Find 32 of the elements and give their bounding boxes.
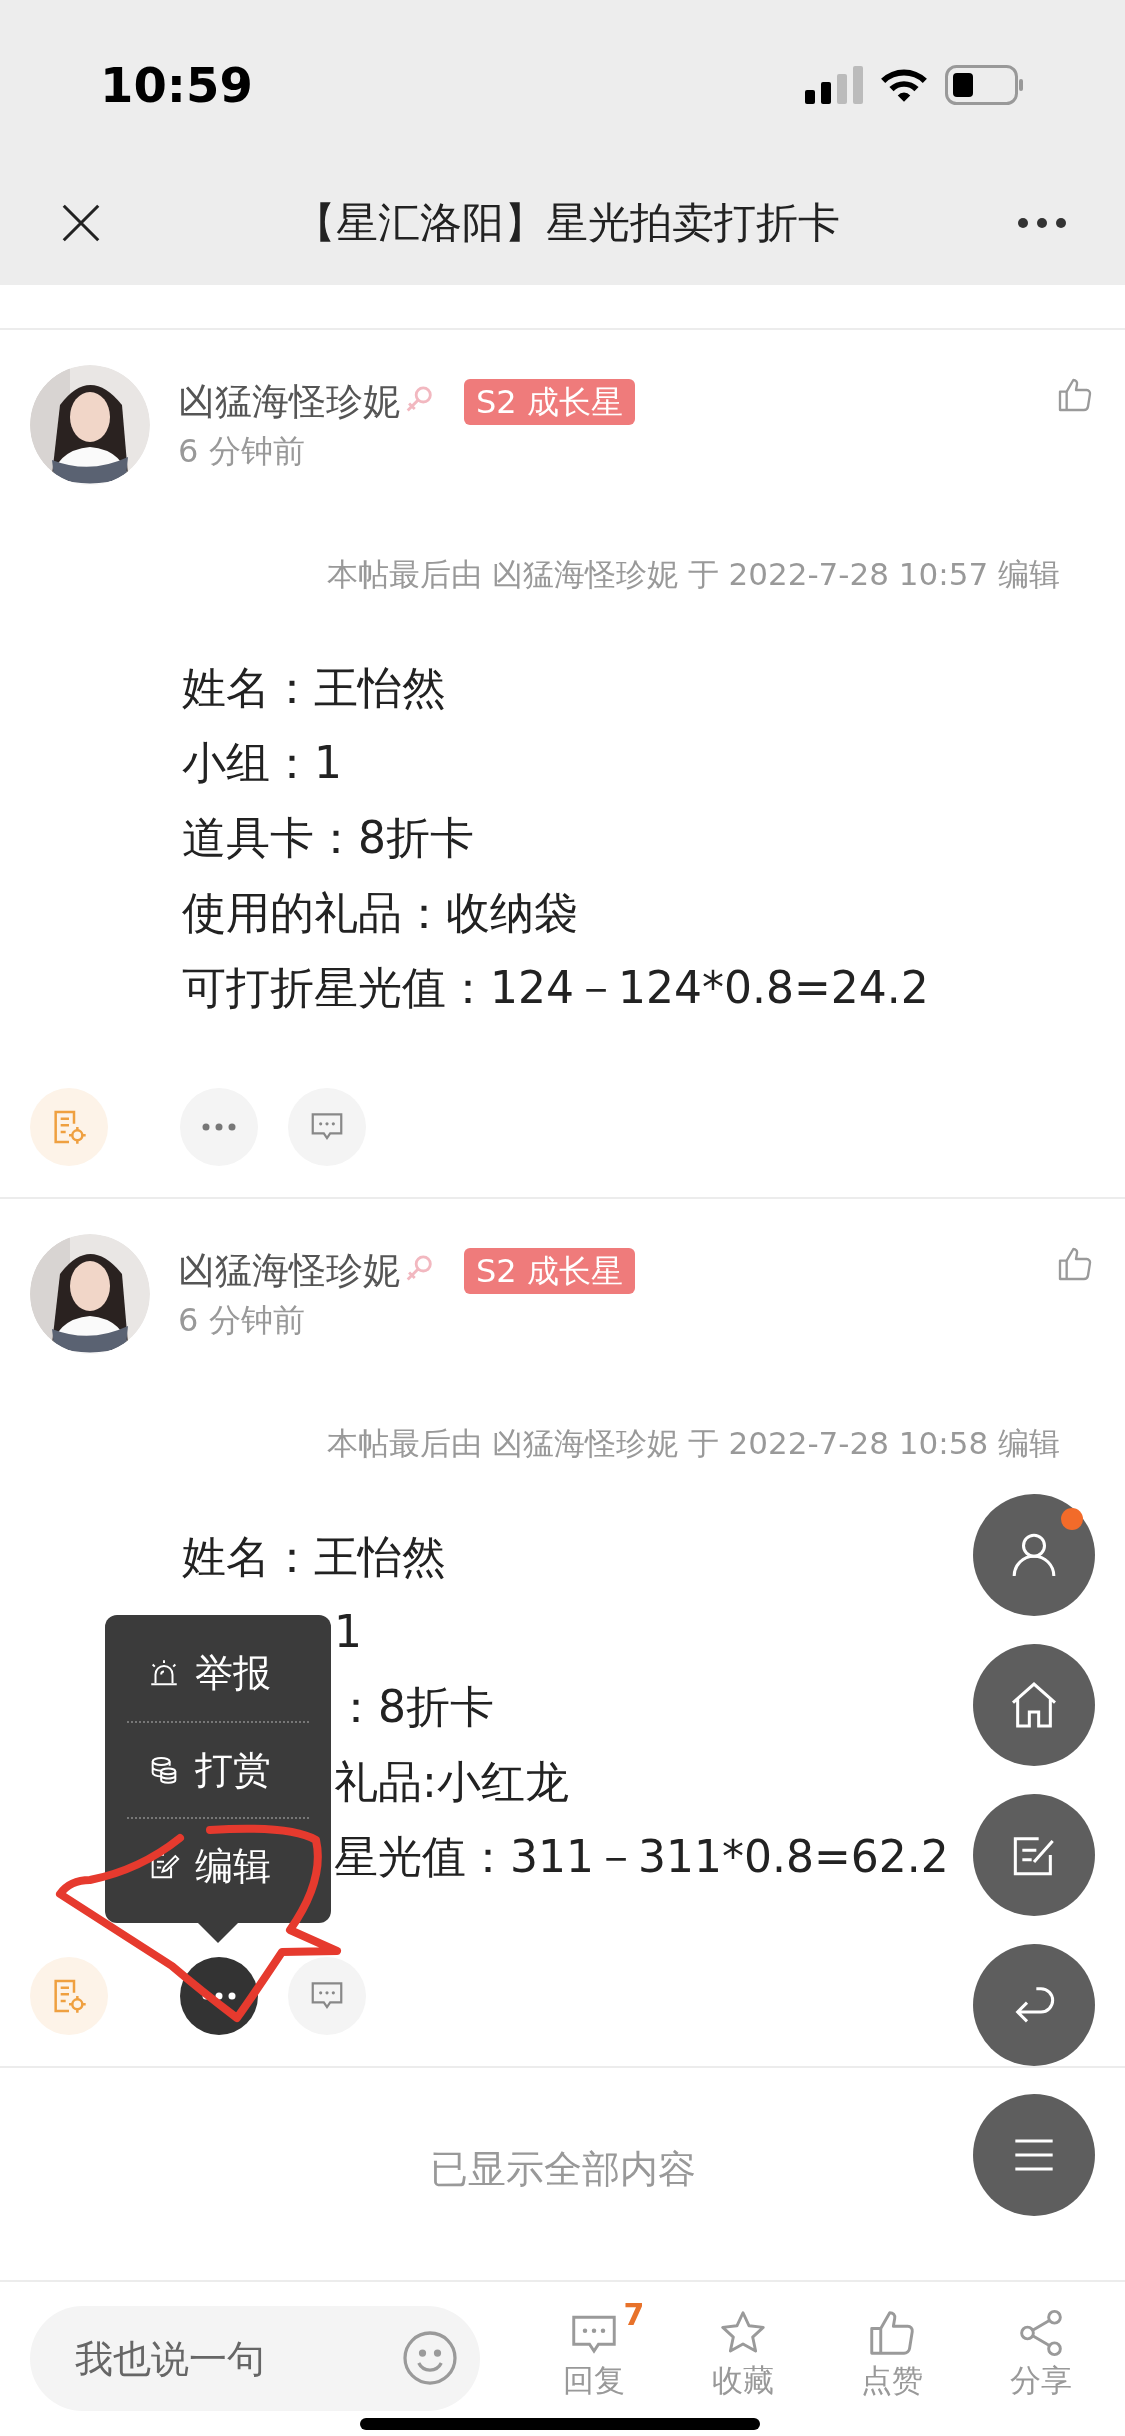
end-of-content-note: 已显示全部内容 (429, 2145, 696, 2193)
comment-field[interactable]: 我也说一句 (30, 2306, 480, 2411)
edit-note: 本帖最后由 凶猛海怪珍妮 于 2022-7-28 10:57 编辑 (326, 555, 1060, 594)
post-text-line: 姓名：王怡然 (182, 661, 446, 715)
level-badge: S2 成长星 (464, 379, 635, 425)
menu-item[interactable]: 打赏 (127, 1721, 309, 1817)
signal-icon (805, 66, 863, 104)
menu-item[interactable]: 举报 (127, 1625, 309, 1721)
post-text-line: 1 (334, 1605, 362, 1659)
edit-note: 本帖最后由 凶猛海怪珍妮 于 2022-7-28 10:58 编辑 (326, 1424, 1060, 1463)
page-title: 【星汇洛阳】星光拍卖打折卡 (294, 197, 840, 249)
more-icon[interactable] (1017, 216, 1067, 229)
battery-icon (945, 65, 1025, 105)
post-text-line: 礼品:小红龙 (334, 1755, 569, 1809)
author-name[interactable]: 凶猛海怪珍妮 (178, 1249, 400, 1293)
level-badge: S2 成长星 (464, 1248, 635, 1294)
status-time: 10:59 (100, 56, 253, 115)
more-dots-icon (202, 1123, 236, 1131)
post-time: 6 分钟前 (178, 431, 306, 471)
reply-count: 7 (623, 2296, 645, 2334)
author-name[interactable]: 凶猛海怪珍妮 (178, 380, 400, 424)
post-time: 6 分钟前 (178, 1300, 306, 1340)
post-text-line: 姓名：王怡然 (182, 1530, 446, 1584)
post-text-line: 小组：1 (182, 736, 342, 790)
post-text-line: 使用的礼品：收纳袋 (182, 886, 578, 940)
more-dots-icon (202, 1992, 236, 2000)
post-text-line: 可打折星光值：124－124*0.8=24.2 (182, 961, 929, 1015)
post-text-line: 道具卡：8折卡 (182, 811, 474, 865)
smiley-icon[interactable] (400, 2328, 460, 2388)
post-text-line: 星光值：311－311*0.8=62.2 (334, 1830, 949, 1884)
menu-item[interactable]: 编辑 (127, 1817, 309, 1913)
post-text-line: ：8折卡 (334, 1680, 494, 1734)
